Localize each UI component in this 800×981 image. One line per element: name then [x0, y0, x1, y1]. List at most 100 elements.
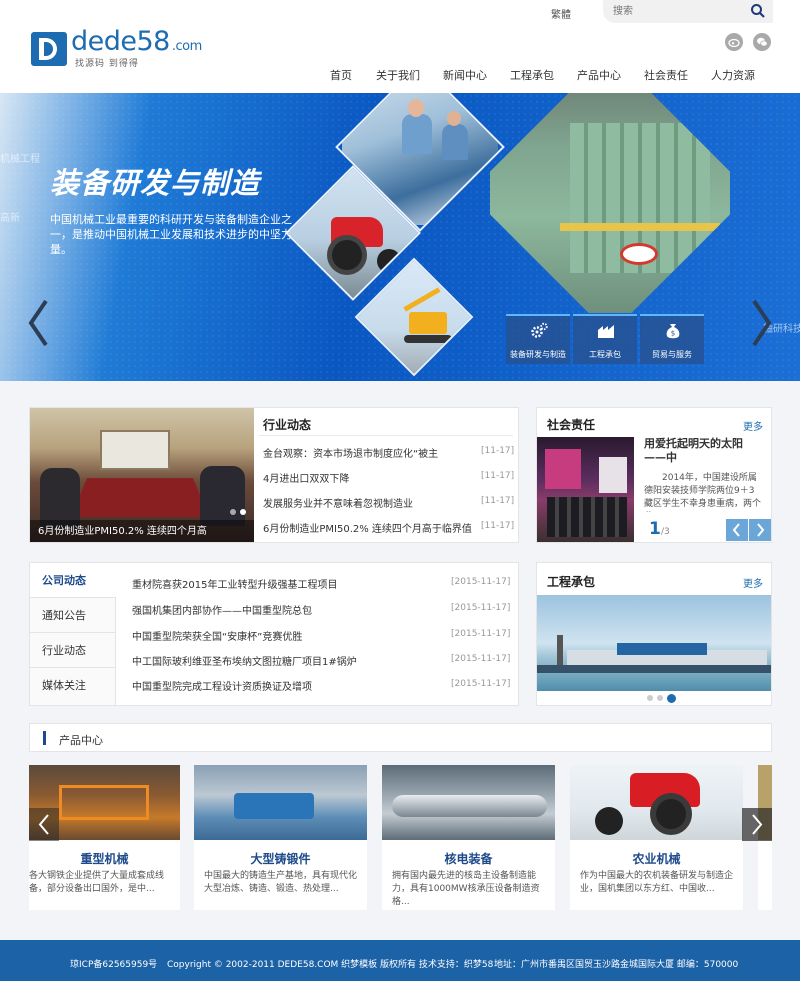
more-link[interactable]: 更多	[743, 575, 763, 590]
tab-company-news[interactable]: 公司动态	[30, 563, 116, 598]
main-nav: 首页 关于我们 新闻中心 工程承包 产品中心 社会责任 人力资源	[330, 67, 755, 83]
page-total: /3	[661, 527, 670, 537]
tab-notices[interactable]: 通知公告	[30, 598, 116, 633]
products-header: 产品中心	[29, 723, 772, 752]
product-title: 核电装备	[444, 852, 493, 866]
search-box	[603, 0, 773, 23]
nav-item-engineering[interactable]: 工程承包	[510, 67, 554, 83]
news-date: [2015-11-17]	[451, 679, 511, 689]
news-item[interactable]: 4月进出口双双下降	[263, 470, 349, 485]
feature-label: 装备研发与制造	[510, 350, 566, 359]
logo-text: dede58	[71, 26, 170, 57]
news-item[interactable]: 中国重型院荣获全国“安康杯”竞赛优胜	[132, 628, 302, 643]
wechat-icon[interactable]	[753, 33, 771, 51]
conference-photo[interactable]: 6月份制造业PMI50.2% 连续四个月高	[30, 408, 254, 542]
article-body: 2014年，中国建设所属德阳安装技师学院两位9＋3藏区学生不幸身患重病，两个贫.…	[644, 473, 762, 509]
banner-ghost-text: 高新	[0, 213, 20, 224]
panel-heading: 行业动态	[263, 418, 312, 432]
nav-item-news[interactable]: 新闻中心	[443, 67, 487, 83]
logo-mark-icon	[31, 32, 67, 66]
company-news-panel: 公司动态 通知公告 行业动态 媒体关注 重材院喜获2015年工业转型升级强基工程…	[29, 562, 519, 706]
product-card[interactable]: 核电装备 拥有国内最先进的核岛主设备制造能力，具有1000MW核承压设备制造资格…	[382, 765, 555, 910]
lang-switch-link[interactable]: 繁體	[551, 6, 571, 21]
panel-heading: 工程承包	[547, 575, 596, 589]
feature-box-trade[interactable]: $ 贸易与服务	[640, 314, 704, 364]
product-desc: 中国最大的铸造生产基地，具有现代化大型冶炼、铸造、锻造、热处理...	[204, 871, 358, 894]
nav-item-products[interactable]: 产品中心	[577, 67, 621, 83]
footer-copyright: Copyright © 2002-2011 DEDE58.COM 织梦模板 版权…	[167, 960, 494, 970]
nav-item-social[interactable]: 社会责任	[644, 67, 688, 83]
products-heading: 产品中心	[59, 734, 103, 747]
page-current: 1	[649, 519, 661, 539]
slide-dot-active[interactable]	[667, 694, 676, 703]
news-item[interactable]: 中工国际玻利维亚圣布埃纳文图拉糖厂项目1#锅炉	[132, 653, 357, 668]
slide-dot[interactable]	[240, 509, 246, 515]
tab-media[interactable]: 媒体关注	[30, 668, 116, 705]
engineering-panel: 工程承包 更多	[536, 562, 772, 706]
news-date: [11-17]	[481, 471, 515, 481]
banner-description: 中国机械工业最重要的科研开发与装备制造企业之一，是推动中国机械工业发展和技术进步…	[50, 213, 292, 256]
site-header: dede58.com 找源码 到得得 繁體 首页 关于我们 新闻中心 工程承包 …	[0, 0, 800, 93]
social-responsibility-panel: 社会责任 更多 用爱托起明天的太阳——中 2014年，中国建设所属德阳安装技师学…	[536, 407, 772, 543]
article-title[interactable]: 用爱托起明天的太阳——中	[644, 437, 764, 465]
news-date: [2015-11-17]	[451, 577, 511, 587]
next-arrow-icon[interactable]	[749, 519, 771, 541]
feature-box-engineering[interactable]: 工程承包	[573, 314, 637, 364]
banner-next-arrow[interactable]	[752, 299, 772, 347]
more-link[interactable]: 更多	[743, 418, 763, 433]
product-desc: 各大钢铁企业提供了大量成套成线备，部分设备出口国外，是中...	[29, 871, 165, 894]
banner-ghost-text: 机械工程	[0, 154, 40, 165]
weibo-icon[interactable]	[725, 33, 743, 51]
feature-box-rnd[interactable]: 装备研发与制造	[506, 314, 570, 364]
tab-industry-news[interactable]: 行业动态	[30, 633, 116, 668]
product-desc: 作为中国最大的农机装备研发与制造企业，国机集团以东方红、中国收...	[580, 871, 734, 894]
footer-address: 地址：广州市番禺区国贸玉沙路金城国际大厦 邮编：570000	[494, 960, 739, 970]
news-date: [2015-11-17]	[451, 654, 511, 664]
product-title: 大型铸锻件	[250, 852, 311, 866]
prev-arrow-icon[interactable]	[726, 519, 748, 541]
product-card[interactable]: 农业机械 作为中国最大的农机装备研发与制造企业，国机集团以东方红、中国收...	[570, 765, 743, 910]
panel-heading: 社会责任	[547, 418, 596, 432]
site-logo[interactable]: dede58 .com 找源码 到得得	[31, 26, 211, 70]
feature-label: 工程承包	[589, 350, 621, 359]
news-item[interactable]: 金台观察：资本市场退市制度应化“被主	[263, 445, 438, 460]
news-item[interactable]: 6月份制造业PMI50.2% 连续四个月高于临界值	[263, 520, 472, 535]
news-item[interactable]: 中国重型院完成工程设计资质换证及增项	[132, 678, 312, 693]
engineering-photo[interactable]	[537, 595, 771, 691]
search-input[interactable]	[613, 4, 743, 19]
nav-item-home[interactable]: 首页	[330, 67, 352, 83]
svg-text:$: $	[671, 330, 675, 338]
logo-suffix: .com	[171, 39, 202, 54]
news-date: [2015-11-17]	[451, 603, 511, 613]
industry-news-panel: 6月份制造业PMI50.2% 连续四个月高 行业动态 金台观察：资本市场退市制度…	[29, 407, 519, 543]
products-next-arrow[interactable]	[742, 808, 772, 841]
factory-icon	[598, 325, 614, 338]
footer-icp[interactable]: 琼ICP备62565959号	[70, 957, 157, 970]
product-title: 农业机械	[632, 852, 681, 866]
slide-dot[interactable]	[657, 695, 663, 701]
gears-icon	[531, 322, 548, 338]
search-icon[interactable]	[750, 3, 766, 19]
product-desc: 拥有国内最先进的核岛主设备制造能力，具有1000MW核承压设备制造资格...	[392, 871, 540, 907]
news-date: [11-17]	[481, 446, 515, 456]
slide-dot[interactable]	[647, 695, 653, 701]
news-item[interactable]: 重材院喜获2015年工业转型升级强基工程项目	[132, 576, 337, 591]
product-card[interactable]: 大型铸锻件 中国最大的铸造生产基地，具有现代化大型冶炼、铸造、锻造、热处理...	[194, 765, 367, 910]
news-item[interactable]: 发展服务业并不意味着忽视制造业	[263, 495, 413, 510]
event-photo[interactable]	[537, 437, 634, 542]
nav-item-about[interactable]: 关于我们	[376, 67, 420, 83]
money-bag-icon: $	[666, 324, 680, 339]
product-image	[382, 765, 555, 840]
news-date: [2015-11-17]	[451, 629, 511, 639]
feature-label: 贸易与服务	[652, 350, 692, 359]
hero-banner: 机械工程 高新 轴研科技 装备研发与制造 中国机械工业最重要的科研开发与装备制造…	[0, 93, 800, 381]
news-date: [11-17]	[481, 521, 515, 531]
news-item[interactable]: 强国机集团内部协作——中国重型院总包	[132, 602, 312, 617]
banner-title: 装备研发与制造	[50, 166, 261, 200]
photo-caption: 6月份制造业PMI50.2% 连续四个月高	[38, 526, 207, 537]
nav-item-hr[interactable]: 人力资源	[711, 67, 755, 83]
banner-prev-arrow[interactable]	[28, 299, 48, 347]
product-image	[570, 765, 743, 840]
products-prev-arrow[interactable]	[29, 808, 59, 841]
slide-dot[interactable]	[230, 509, 236, 515]
